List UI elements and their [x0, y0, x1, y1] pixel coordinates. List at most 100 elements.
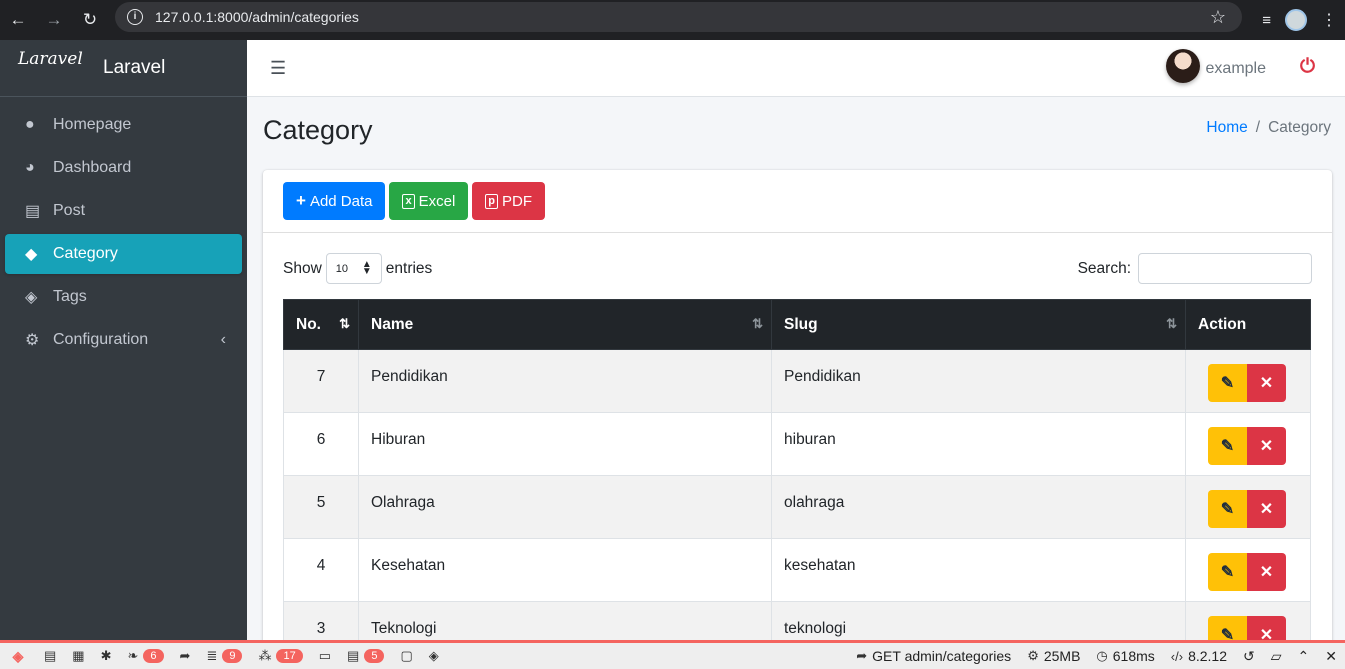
cell-actions: ✎ ✕: [1185, 412, 1311, 476]
tags-icon: ◈: [428, 648, 439, 663]
profile-avatar[interactable]: [1285, 9, 1307, 31]
url-text: 127.0.0.1:8000/admin/categories: [155, 9, 359, 25]
cell-slug: kesehatan: [771, 538, 1186, 602]
page-title: Category: [263, 115, 373, 145]
sidebar-item-configuration[interactable]: ⚙ Configuration ‹: [5, 320, 242, 360]
tags-icon: ◈: [25, 289, 38, 306]
laravel-logo-icon[interactable]: ◈: [0, 648, 36, 665]
list-icon: ▤: [347, 648, 360, 663]
user-name[interactable]: example: [1206, 60, 1266, 78]
edit-button[interactable]: ✎: [1208, 553, 1247, 591]
add-data-button[interactable]: + Add Data: [283, 182, 386, 220]
search-label: Search:: [1077, 259, 1131, 277]
column-header-slug[interactable]: Slug ⇅: [771, 299, 1186, 350]
cogs-icon: ⚙: [25, 332, 40, 349]
table-search: Search:: [1078, 253, 1312, 284]
entries-select[interactable]: 10 ▲ ▼: [325, 253, 382, 284]
column-label: Action: [1198, 315, 1247, 333]
debugbar-timeline-tab[interactable]: ▦: [64, 643, 92, 669]
delete-button[interactable]: ✕: [1247, 364, 1286, 402]
sidebar-item-label: Tags: [53, 288, 87, 305]
sidebar-item-label: Category: [53, 245, 118, 262]
debugbar-session-tab[interactable]: ▢: [392, 643, 420, 669]
back-icon[interactable]: ←: [0, 10, 36, 30]
media-control-icon[interactable]: ≡: [1262, 12, 1271, 29]
table-header-row: No. ⇅ Name ⇅ Slug ⇅ Action: [283, 299, 1311, 350]
memory-text: 25MB: [1043, 648, 1081, 664]
messages-icon: ▤: [44, 648, 57, 663]
debugbar-gate-tab[interactable]: ▤ 5: [339, 643, 392, 669]
pdf-label: PDF: [502, 192, 533, 210]
sidebar-item-category[interactable]: ◆ Category: [5, 234, 242, 274]
breadcrumb-home-link[interactable]: Home: [1206, 119, 1247, 136]
debugbar-messages-tab[interactable]: ▤: [36, 643, 64, 669]
site-info-icon[interactable]: i: [127, 9, 143, 25]
debugbar-mails-tab[interactable]: ▭: [311, 643, 339, 669]
column-header-no[interactable]: No. ⇅: [283, 299, 359, 350]
search-input[interactable]: [1138, 253, 1312, 284]
queries-count-badge: 9: [222, 649, 243, 663]
debugbar-exceptions-tab[interactable]: ✱: [93, 643, 120, 669]
delete-button[interactable]: ✕: [1247, 553, 1286, 591]
delete-button[interactable]: ✕: [1247, 490, 1286, 528]
sort-desc-icon: ⇅: [339, 316, 350, 331]
pdf-button[interactable]: p PDF: [472, 182, 546, 220]
brand[interactable]: Laravel Laravel: [0, 40, 247, 97]
timeline-icon: ▦: [72, 648, 85, 663]
browser-menu-icon[interactable]: ⋮: [1321, 10, 1337, 30]
hamburger-menu-icon[interactable]: ☰: [270, 58, 286, 79]
cell-actions: ✎ ✕: [1185, 538, 1311, 602]
newspaper-icon: ▤: [25, 203, 41, 220]
debugbar-route-tab[interactable]: ➦: [172, 643, 199, 669]
cell-no: 7: [283, 349, 359, 413]
breadcrumb: Home / Category: [1206, 119, 1331, 137]
close-icon[interactable]: ✕: [1317, 643, 1345, 669]
debugbar-views-tab[interactable]: ❧ 6: [120, 643, 172, 669]
cell-no: 5: [283, 475, 359, 539]
chevron-up-icon[interactable]: ⌃: [1290, 643, 1318, 669]
forward-icon[interactable]: →: [36, 10, 72, 30]
column-header-name[interactable]: Name ⇅: [358, 299, 772, 350]
bug-icon: ✱: [100, 648, 112, 663]
sidebar-menu: ● Homepage ◕ Dashboard ▤ Post ◆ Category…: [0, 97, 247, 371]
top-navbar: ☰ example ⏻: [247, 40, 1345, 97]
address-bar[interactable]: i 127.0.0.1:8000/admin/categories ☆: [115, 2, 1242, 32]
sidebar-item-post[interactable]: ▤ Post: [5, 191, 242, 231]
version-text: 8.2.12: [1188, 648, 1228, 664]
sort-icon: ⇅: [752, 316, 763, 331]
cell-name: Hiburan: [358, 412, 772, 476]
excel-button[interactable]: x Excel: [389, 182, 469, 220]
cell-slug: Pendidikan: [771, 349, 1186, 413]
table-controls: Show 10 ▲ ▼ entries Search:: [263, 233, 1332, 299]
row-actions: ✎ ✕: [1208, 364, 1298, 402]
card-toolbar: + Add Data x Excel p PDF: [263, 170, 1332, 233]
debugbar-queries-tab[interactable]: ≣ 9: [198, 643, 250, 669]
cogs-icon: ⚙: [1027, 648, 1039, 663]
leaf-icon: ❧: [127, 648, 139, 663]
cell-no: 4: [283, 538, 359, 602]
row-actions: ✎ ✕: [1208, 553, 1298, 591]
debugbar-request-info[interactable]: ➦ GET admin/categories: [848, 643, 1019, 669]
share-icon: ➦: [179, 648, 191, 663]
sidebar-item-dashboard[interactable]: ◕ Dashboard: [5, 148, 242, 188]
cell-actions: ✎ ✕: [1185, 349, 1311, 413]
request-text: GET admin/categories: [872, 648, 1012, 664]
power-icon[interactable]: ⏻: [1300, 56, 1315, 78]
file-excel-icon: x: [402, 193, 415, 209]
debugbar-request-tab[interactable]: ◈: [421, 643, 447, 669]
history-icon[interactable]: ↺: [1235, 643, 1263, 669]
edit-button[interactable]: ✎: [1208, 490, 1247, 528]
delete-button[interactable]: ✕: [1247, 427, 1286, 465]
tag-icon: ◆: [25, 246, 38, 263]
reload-icon[interactable]: ↻: [72, 10, 108, 30]
breadcrumb-separator: /: [1255, 119, 1261, 136]
sidebar-item-homepage[interactable]: ● Homepage: [5, 105, 242, 145]
avatar[interactable]: [1166, 49, 1200, 83]
chevron-left-icon: ‹: [220, 331, 226, 348]
edit-button[interactable]: ✎: [1208, 364, 1247, 402]
edit-button[interactable]: ✎: [1208, 427, 1247, 465]
bookmark-star-icon[interactable]: ☆: [1210, 7, 1226, 28]
sidebar-item-tags[interactable]: ◈ Tags: [5, 277, 242, 317]
folder-open-icon[interactable]: ▱: [1263, 643, 1290, 669]
debugbar-models-tab[interactable]: ⁂ 17: [250, 643, 310, 669]
